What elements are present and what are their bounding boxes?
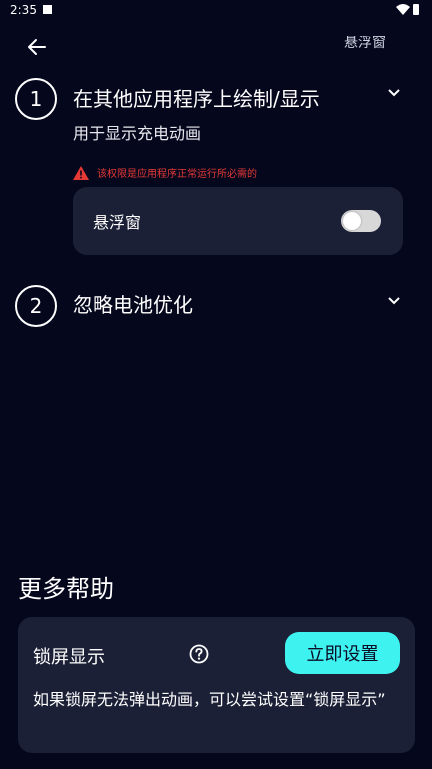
notification-icon [43,5,52,14]
chevron-down-icon[interactable] [387,296,401,306]
toggle-knob [343,212,361,230]
help-question-icon[interactable] [189,644,209,664]
battery-icon [413,4,419,15]
page-title: 悬浮窗 [344,36,386,50]
lockscreen-label: 锁屏显示 [33,647,105,668]
overlay-permission-card: 悬浮窗 [73,187,403,255]
step-1-subtitle: 用于显示充电动画 [73,124,202,143]
lockscreen-help-card: 锁屏显示 立即设置 如果锁屏无法弹出动画，可以尝试设置“锁屏显示” [18,617,415,753]
status-time: 2:35 [10,3,37,17]
set-now-button[interactable]: 立即设置 [285,632,400,674]
chevron-down-icon[interactable] [387,88,401,98]
permission-warning: 该权限是应用程序正常运行所必需的 [73,165,257,180]
overlay-toggle[interactable] [341,210,381,232]
warning-text: 该权限是应用程序正常运行所必需的 [97,169,257,180]
status-bar: 2:35 [0,0,432,22]
step-1-title: 在其他应用程序上绘制/显示 [73,87,320,111]
lockscreen-description: 如果锁屏无法弹出动画，可以尝试设置“锁屏显示” [33,690,386,709]
step-2-title: 忽略电池优化 [73,293,193,317]
wifi-icon [396,4,410,15]
step-1-number: 1 [15,78,57,120]
overlay-setting-label: 悬浮窗 [93,213,142,232]
step-2-number: 2 [15,285,57,327]
more-help-title: 更多帮助 [18,575,114,603]
warning-icon [73,165,89,180]
back-arrow-icon[interactable] [26,36,48,58]
